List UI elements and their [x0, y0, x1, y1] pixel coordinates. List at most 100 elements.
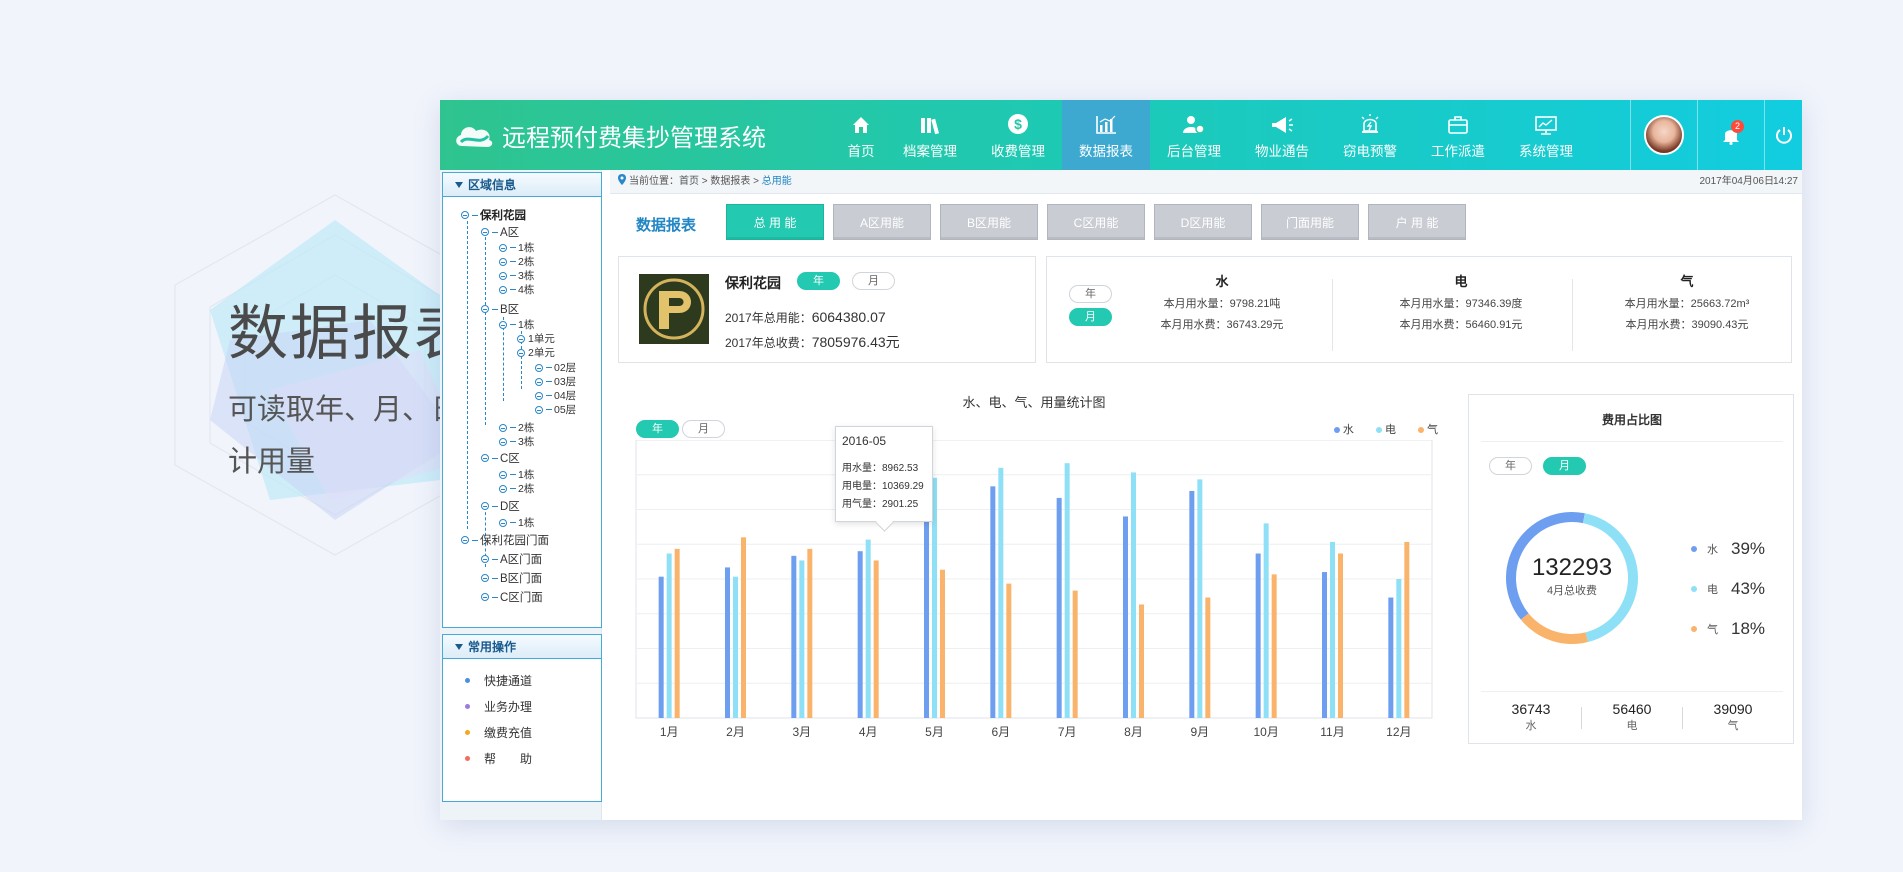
tree-node-b2[interactable]: 2栋: [499, 420, 534, 435]
bar-gas[interactable]: [1139, 604, 1144, 718]
bar-gas[interactable]: [940, 569, 945, 718]
tab-household[interactable]: 户 用 能: [1368, 204, 1466, 240]
tree-node-a4[interactable]: 4栋: [499, 282, 534, 297]
nav-home[interactable]: 首页: [836, 100, 886, 170]
tree-node-shops[interactable]: 保利花园门面: [461, 532, 549, 548]
nav-theft-alert[interactable]: 窃电预警: [1326, 100, 1414, 170]
avatar[interactable]: [1644, 115, 1684, 155]
bar-water[interactable]: [1189, 490, 1195, 718]
op-quick-channel[interactable]: 快捷通道: [465, 667, 601, 693]
tree-node-shop-a[interactable]: A区门面: [481, 551, 542, 567]
bar-gas[interactable]: [1271, 574, 1277, 718]
tree-node-b1[interactable]: 1栋: [499, 317, 534, 332]
tab-area-d[interactable]: D区用能: [1154, 204, 1252, 240]
bar-electric[interactable]: [1396, 579, 1402, 718]
tree-node-b1-unit1[interactable]: 1单元: [517, 331, 555, 346]
chart-month-toggle[interactable]: 月: [682, 420, 725, 438]
bar-water[interactable]: [1255, 553, 1261, 718]
tree-node-c1[interactable]: 1栋: [499, 467, 534, 482]
bar-electric[interactable]: [799, 560, 805, 718]
region-panel-header[interactable]: 区域信息: [443, 173, 601, 197]
tree-node-d1[interactable]: 1栋: [499, 515, 534, 530]
bar-gas[interactable]: [1338, 553, 1343, 718]
op-help[interactable]: 帮 助: [465, 745, 601, 771]
tree-node-d[interactable]: D区: [481, 498, 520, 514]
bar-water[interactable]: [1322, 572, 1327, 718]
fee-year-toggle[interactable]: 年: [1489, 457, 1532, 475]
bar-electric[interactable]: [666, 553, 672, 718]
tree-node-a1[interactable]: 1栋: [499, 240, 534, 255]
bar-gas[interactable]: [873, 560, 879, 718]
bar-gas[interactable]: [741, 537, 746, 718]
tree-node-floor-02[interactable]: 02层: [535, 360, 576, 375]
tree-node-floor-05[interactable]: 05层: [535, 402, 576, 417]
tree-node-floor-04[interactable]: 04层: [535, 388, 576, 403]
bar-gas[interactable]: [1006, 583, 1012, 718]
bar-gas[interactable]: [1072, 590, 1078, 718]
legend-water[interactable]: 水: [1333, 421, 1354, 437]
utilities-month-toggle[interactable]: 月: [1069, 308, 1112, 326]
bar-water[interactable]: [1388, 597, 1394, 718]
legend-gas[interactable]: 气: [1417, 421, 1438, 437]
tree-node-b1-unit2[interactable]: 2单元: [517, 345, 555, 360]
tree-node-a[interactable]: A区: [481, 224, 519, 240]
notifications-button[interactable]: 2: [1697, 100, 1764, 170]
bar-water[interactable]: [658, 576, 664, 718]
tab-total-energy[interactable]: 总 用 能: [726, 204, 824, 240]
bar-gas[interactable]: [807, 548, 813, 718]
bar-electric[interactable]: [733, 576, 738, 718]
bar-water[interactable]: [1123, 516, 1128, 718]
user-menu[interactable]: [1630, 100, 1697, 170]
bar-electric[interactable]: [1131, 472, 1136, 718]
bar-water[interactable]: [1056, 497, 1062, 718]
bar-electric[interactable]: [1064, 463, 1070, 718]
app-logo[interactable]: 远程预付费集抄管理系统: [452, 118, 766, 153]
bar-gas[interactable]: [1205, 597, 1211, 718]
tab-area-a[interactable]: A区用能: [833, 204, 931, 240]
ops-panel-header[interactable]: 常用操作: [443, 635, 601, 659]
tree-node-shop-b[interactable]: B区门面: [481, 570, 542, 586]
bar-water[interactable]: [725, 567, 730, 718]
tree-node-c[interactable]: C区: [481, 450, 520, 466]
nav-archive[interactable]: 档案管理: [886, 100, 974, 170]
donut-slice-gas[interactable]: [1520, 613, 1588, 644]
tree-node-a2[interactable]: 2栋: [499, 254, 534, 269]
tab-area-c[interactable]: C区用能: [1047, 204, 1145, 240]
bar-electric[interactable]: [1197, 479, 1203, 718]
utilities-year-toggle[interactable]: 年: [1069, 285, 1112, 303]
bar-gas[interactable]: [1404, 541, 1410, 718]
bar-water[interactable]: [990, 486, 996, 718]
tree-node-root[interactable]: 保利花园: [461, 207, 526, 223]
tab-area-b[interactable]: B区用能: [940, 204, 1038, 240]
bar-electric[interactable]: [1263, 523, 1269, 718]
bar-electric[interactable]: [865, 539, 871, 718]
bar-water[interactable]: [924, 510, 929, 718]
bar-electric[interactable]: [998, 467, 1004, 718]
nav-reports[interactable]: 数据报表: [1062, 100, 1150, 170]
tab-shops[interactable]: 门面用能: [1261, 204, 1359, 240]
nav-notice[interactable]: 物业通告: [1238, 100, 1326, 170]
summary-month-toggle[interactable]: 月: [852, 272, 895, 290]
bar-water[interactable]: [857, 551, 863, 718]
tree-node-shop-c[interactable]: C区门面: [481, 589, 543, 605]
nav-dispatch[interactable]: 工作派遣: [1414, 100, 1502, 170]
nav-backend[interactable]: 后台管理: [1150, 100, 1238, 170]
power-button[interactable]: [1764, 100, 1802, 170]
tree-node-floor-03[interactable]: 03层: [535, 374, 576, 389]
legend-electric[interactable]: 电: [1375, 421, 1396, 437]
breadcrumb-path[interactable]: 当前位置：首页 > 数据报表 >: [629, 176, 762, 187]
bar-water[interactable]: [791, 555, 797, 718]
tree-node-b[interactable]: B区: [481, 301, 519, 317]
tree-node-b3[interactable]: 3栋: [499, 434, 534, 449]
nav-billing[interactable]: $ 收费管理: [974, 100, 1062, 170]
nav-system[interactable]: 系统管理: [1502, 100, 1590, 170]
op-recharge[interactable]: 缴费充值: [465, 719, 601, 745]
chart-year-toggle[interactable]: 年: [636, 420, 679, 438]
bar-gas[interactable]: [674, 548, 680, 718]
tree-node-c2[interactable]: 2栋: [499, 481, 534, 496]
tree-node-a3[interactable]: 3栋: [499, 268, 534, 283]
op-business[interactable]: 业务办理: [465, 693, 601, 719]
summary-year-toggle[interactable]: 年: [797, 272, 840, 290]
bar-electric[interactable]: [1330, 541, 1335, 718]
fee-month-toggle[interactable]: 月: [1543, 457, 1586, 475]
